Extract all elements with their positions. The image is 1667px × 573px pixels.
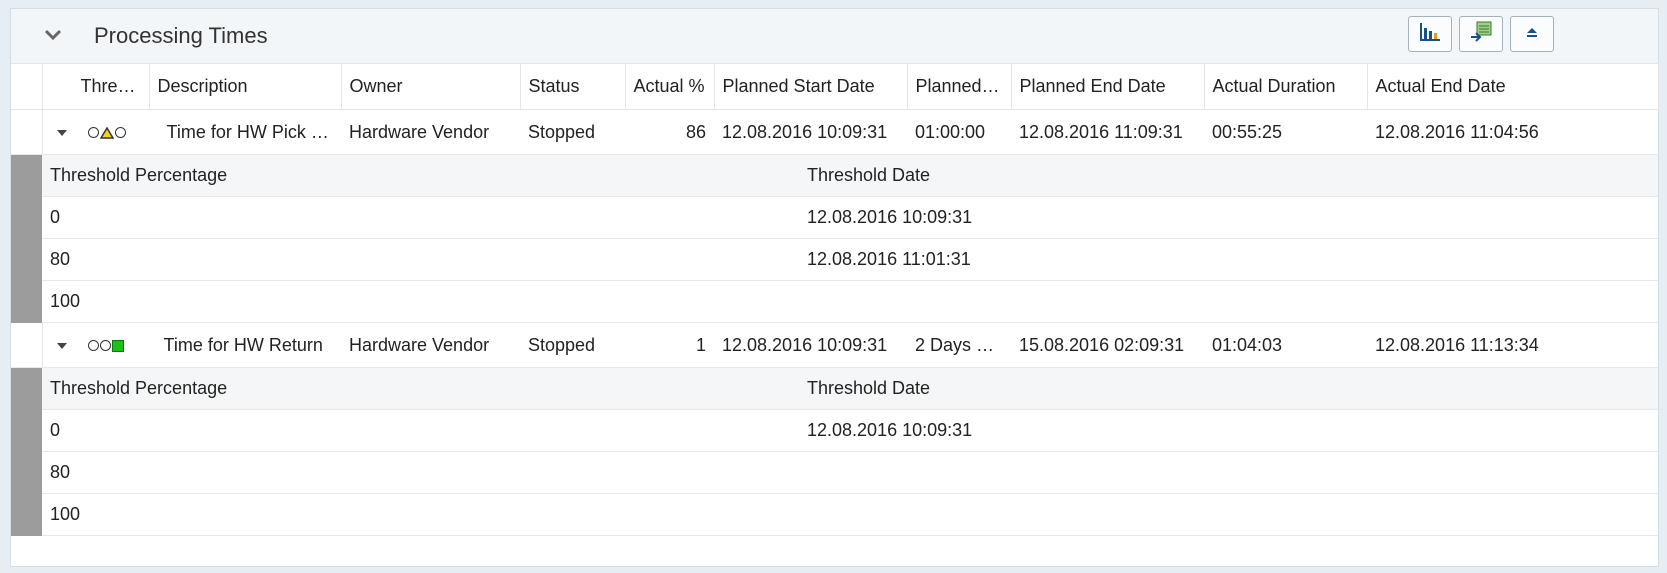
threshold-table: Threshold Percentage Threshold Date 0 12…: [42, 368, 1658, 536]
actual-pct-cell: 1: [625, 323, 714, 368]
planned-start-cell: 12.08.2016 10:09:31: [714, 109, 907, 155]
threshold-date-cell: [799, 280, 1658, 323]
column-header-description[interactable]: Description: [149, 63, 342, 110]
threshold-table: Threshold Percentage Threshold Date 0 12…: [42, 155, 1658, 323]
empty-circle-icon: [87, 340, 99, 352]
green-square-icon: [111, 339, 124, 352]
planned-start-cell: 12.08.2016 10:09:31: [714, 323, 907, 368]
status-cell: Stopped: [520, 323, 625, 368]
processing-times-panel: Processing Times Thre… Description Owner…: [10, 8, 1659, 567]
owner-cell: Hardware Vendor: [341, 109, 520, 155]
detail-row: Threshold Percentage Threshold Date 0 12…: [11, 154, 1658, 323]
column-header-actual-pct[interactable]: Actual %: [625, 63, 715, 110]
threshold-date-cell: 12.08.2016 10:09:31: [799, 196, 1658, 239]
threshold-percentage-header: Threshold Percentage: [42, 368, 799, 410]
threshold-percentage-cell: 80: [42, 451, 799, 494]
description-cell: Time for HW Return: [163, 334, 323, 355]
threshold-percentage-header: Threshold Percentage: [42, 155, 799, 197]
chart-button[interactable]: [1408, 16, 1452, 52]
column-header-planned-end[interactable]: Planned End Date: [1011, 63, 1205, 110]
expand-triangle-icon[interactable]: [56, 342, 67, 349]
actual-end-cell: 12.08.2016 11:13:34: [1367, 323, 1658, 368]
threshold-row[interactable]: 0 12.08.2016 10:09:31: [42, 409, 1658, 452]
actual-end-cell: 12.08.2016 11:04:56: [1367, 109, 1658, 155]
traffic-light-icon: [87, 126, 127, 139]
expand-triangle-icon[interactable]: [56, 129, 67, 136]
yellow-triangle-icon: [99, 126, 114, 139]
threshold-date-cell: [799, 451, 1658, 494]
bar-chart-icon: [1419, 22, 1441, 47]
column-header-status[interactable]: Status: [520, 63, 626, 110]
description-cell: Time for HW Pick Up: [166, 121, 334, 142]
threshold-percentage-cell: 80: [42, 238, 799, 281]
threshold-row[interactable]: 100: [42, 493, 1658, 536]
chevron-down-icon[interactable]: [39, 21, 67, 49]
threshold-date-cell: 12.08.2016 11:01:31: [799, 238, 1658, 281]
detail-indicator-bar: [11, 367, 42, 536]
threshold-header-row: Threshold Percentage Threshold Date: [42, 368, 1658, 410]
status-cell: Stopped: [520, 109, 625, 155]
column-header-actual-end[interactable]: Actual End Date: [1367, 63, 1659, 110]
actual-pct-cell: 86: [625, 109, 714, 155]
threshold-percentage-cell: 0: [42, 196, 799, 239]
planned-end-cell: 12.08.2016 11:09:31: [1011, 109, 1204, 155]
panel-title: Processing Times: [94, 23, 268, 48]
detail-indicator-bar: [11, 154, 42, 323]
planned-end-cell: 15.08.2016 02:09:31: [1011, 323, 1204, 368]
planned-duration-cell: 2 Days …: [907, 323, 1011, 368]
collapse-all-button[interactable]: [1510, 16, 1554, 52]
row-selector[interactable]: [11, 323, 43, 368]
processing-times-table: Thre… Description Owner Status Actual % …: [11, 63, 1659, 536]
actual-duration-cell: 01:04:03: [1204, 323, 1367, 368]
planned-duration-cell: 01:00:00: [907, 109, 1011, 155]
threshold-row[interactable]: 0 12.08.2016 10:09:31: [42, 196, 1658, 239]
detail-row: Threshold Percentage Threshold Date 0 12…: [11, 367, 1658, 536]
threshold-percentage-cell: 100: [42, 280, 799, 323]
row-selector[interactable]: [11, 109, 43, 155]
threshold-percentage-cell: 100: [42, 493, 799, 536]
threshold-header-row: Threshold Percentage Threshold Date: [42, 155, 1658, 197]
header-row: Thre… Description Owner Status Actual % …: [11, 63, 1659, 110]
threshold-date-header: Threshold Date: [799, 155, 1658, 197]
actual-duration-cell: 00:55:25: [1204, 109, 1367, 155]
threshold-date-cell: [799, 493, 1658, 536]
owner-cell: Hardware Vendor: [341, 323, 520, 368]
select-all-cell[interactable]: [11, 63, 43, 110]
panel-header: Processing Times: [11, 9, 1658, 63]
column-header-owner[interactable]: Owner: [341, 63, 521, 110]
table-row[interactable]: Time for HW Return Hardware Vendor Stopp…: [11, 323, 1658, 368]
empty-circle-icon: [114, 127, 126, 139]
table-row[interactable]: Time for HW Pick Up Hardware Vendor Stop…: [11, 109, 1658, 155]
column-header-planned-start[interactable]: Planned Start Date: [714, 63, 908, 110]
empty-circle-icon: [99, 340, 111, 352]
column-header-planned-duration[interactable]: Planned…: [907, 63, 1012, 110]
eject-icon: [1524, 24, 1540, 45]
export-button[interactable]: [1459, 16, 1503, 52]
threshold-date-header: Threshold Date: [799, 368, 1658, 410]
column-header-threshold[interactable]: Thre…: [42, 63, 150, 110]
threshold-row[interactable]: 100: [42, 280, 1658, 323]
empty-circle-icon: [87, 127, 99, 139]
traffic-light-icon: [87, 339, 124, 352]
threshold-percentage-cell: 0: [42, 409, 799, 452]
column-header-actual-duration[interactable]: Actual Duration: [1204, 63, 1368, 110]
threshold-date-cell: 12.08.2016 10:09:31: [799, 409, 1658, 452]
export-icon: [1469, 21, 1493, 48]
threshold-row[interactable]: 80 12.08.2016 11:01:31: [42, 238, 1658, 281]
threshold-row[interactable]: 80: [42, 451, 1658, 494]
